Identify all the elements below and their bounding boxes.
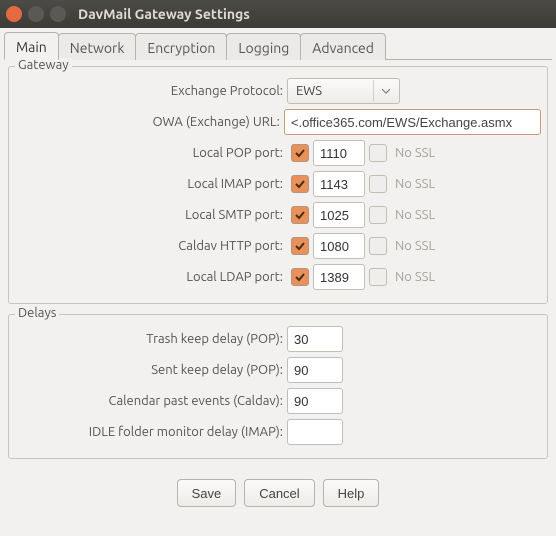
exchange-protocol-value: EWS — [296, 84, 322, 98]
maximize-icon[interactable] — [50, 6, 66, 22]
row-trash-delay: Trash keep delay (POP): — [15, 324, 541, 354]
imap-nossl-label: No SSL — [395, 177, 435, 191]
smtp-nossl-label: No SSL — [395, 208, 435, 222]
sent-delay-input[interactable] — [287, 357, 343, 383]
ldap-port-label: Local LDAP port: — [15, 270, 287, 284]
trash-delay-input[interactable] — [287, 326, 343, 352]
exchange-protocol-dropdown[interactable]: EWS — [287, 78, 400, 104]
imap-nossl-checkbox[interactable] — [369, 175, 387, 193]
row-sent-delay: Sent keep delay (POP): — [15, 355, 541, 385]
tab-network[interactable]: Network — [58, 33, 137, 60]
owa-url-label: OWA (Exchange) URL: — [15, 115, 284, 129]
imap-enable-checkbox[interactable] — [291, 175, 309, 193]
pop-enable-checkbox[interactable] — [291, 144, 309, 162]
row-idle-delay: IDLE folder monitor delay (IMAP): — [15, 417, 541, 447]
smtp-enable-checkbox[interactable] — [291, 206, 309, 224]
button-bar: Save Cancel Help — [4, 469, 552, 517]
cancel-button[interactable]: Cancel — [244, 479, 314, 507]
ldap-nossl-checkbox[interactable] — [369, 268, 387, 286]
tab-advanced[interactable]: Advanced — [300, 33, 386, 60]
tab-bar: Main Network Encryption Logging Advanced — [4, 32, 552, 60]
tab-panel-main: Gateway Exchange Protocol: EWS OWA (Exch… — [4, 59, 552, 459]
row-calendar-delay: Calendar past events (Caldav): — [15, 386, 541, 416]
row-exchange-protocol: Exchange Protocol: EWS — [15, 76, 541, 106]
pop-nossl-checkbox[interactable] — [369, 144, 387, 162]
caldav-nossl-checkbox[interactable] — [369, 237, 387, 255]
help-button[interactable]: Help — [323, 479, 380, 507]
idle-delay-input[interactable] — [287, 419, 343, 445]
fieldset-gateway-title: Gateway — [15, 58, 72, 72]
fieldset-gateway: Gateway Exchange Protocol: EWS OWA (Exch… — [8, 66, 548, 304]
caldav-enable-checkbox[interactable] — [291, 237, 309, 255]
pop-port-input[interactable] — [313, 140, 365, 166]
save-button[interactable]: Save — [177, 479, 237, 507]
idle-delay-label: IDLE folder monitor delay (IMAP): — [15, 425, 287, 439]
close-icon[interactable] — [6, 6, 22, 22]
row-smtp-port: Local SMTP port: No SSL — [15, 200, 541, 230]
imap-port-input[interactable] — [313, 171, 365, 197]
settings-window: DavMail Gateway Settings Main Network En… — [0, 0, 556, 536]
calendar-delay-label: Calendar past events (Caldav): — [15, 394, 287, 408]
smtp-port-label: Local SMTP port: — [15, 208, 287, 222]
row-ldap-port: Local LDAP port: No SSL — [15, 262, 541, 292]
ldap-enable-checkbox[interactable] — [291, 268, 309, 286]
tab-encryption[interactable]: Encryption — [135, 33, 227, 60]
ldap-nossl-label: No SSL — [395, 270, 435, 284]
trash-delay-label: Trash keep delay (POP): — [15, 332, 287, 346]
chevron-down-icon — [373, 80, 397, 102]
titlebar: DavMail Gateway Settings — [0, 0, 556, 28]
pop-port-label: Local POP port: — [15, 146, 287, 160]
minimize-icon[interactable] — [28, 6, 44, 22]
window-title: DavMail Gateway Settings — [78, 6, 250, 22]
calendar-delay-input[interactable] — [287, 388, 343, 414]
smtp-port-input[interactable] — [313, 202, 365, 228]
content-area: Main Network Encryption Logging Advanced… — [0, 28, 556, 517]
tab-main[interactable]: Main — [4, 32, 59, 60]
ldap-port-input[interactable] — [313, 264, 365, 290]
owa-url-input[interactable] — [284, 109, 541, 135]
sent-delay-label: Sent keep delay (POP): — [15, 363, 287, 377]
row-caldav-port: Caldav HTTP port: No SSL — [15, 231, 541, 261]
row-pop-port: Local POP port: No SSL — [15, 138, 541, 168]
caldav-port-input[interactable] — [313, 233, 365, 259]
fieldset-delays: Delays Trash keep delay (POP): Sent keep… — [8, 314, 548, 459]
tab-logging[interactable]: Logging — [226, 33, 301, 60]
row-imap-port: Local IMAP port: No SSL — [15, 169, 541, 199]
imap-port-label: Local IMAP port: — [15, 177, 287, 191]
fieldset-delays-title: Delays — [15, 306, 59, 320]
caldav-port-label: Caldav HTTP port: — [15, 239, 287, 253]
exchange-protocol-label: Exchange Protocol: — [15, 84, 287, 98]
row-owa-url: OWA (Exchange) URL: — [15, 107, 541, 137]
smtp-nossl-checkbox[interactable] — [369, 206, 387, 224]
caldav-nossl-label: No SSL — [395, 239, 435, 253]
pop-nossl-label: No SSL — [395, 146, 435, 160]
